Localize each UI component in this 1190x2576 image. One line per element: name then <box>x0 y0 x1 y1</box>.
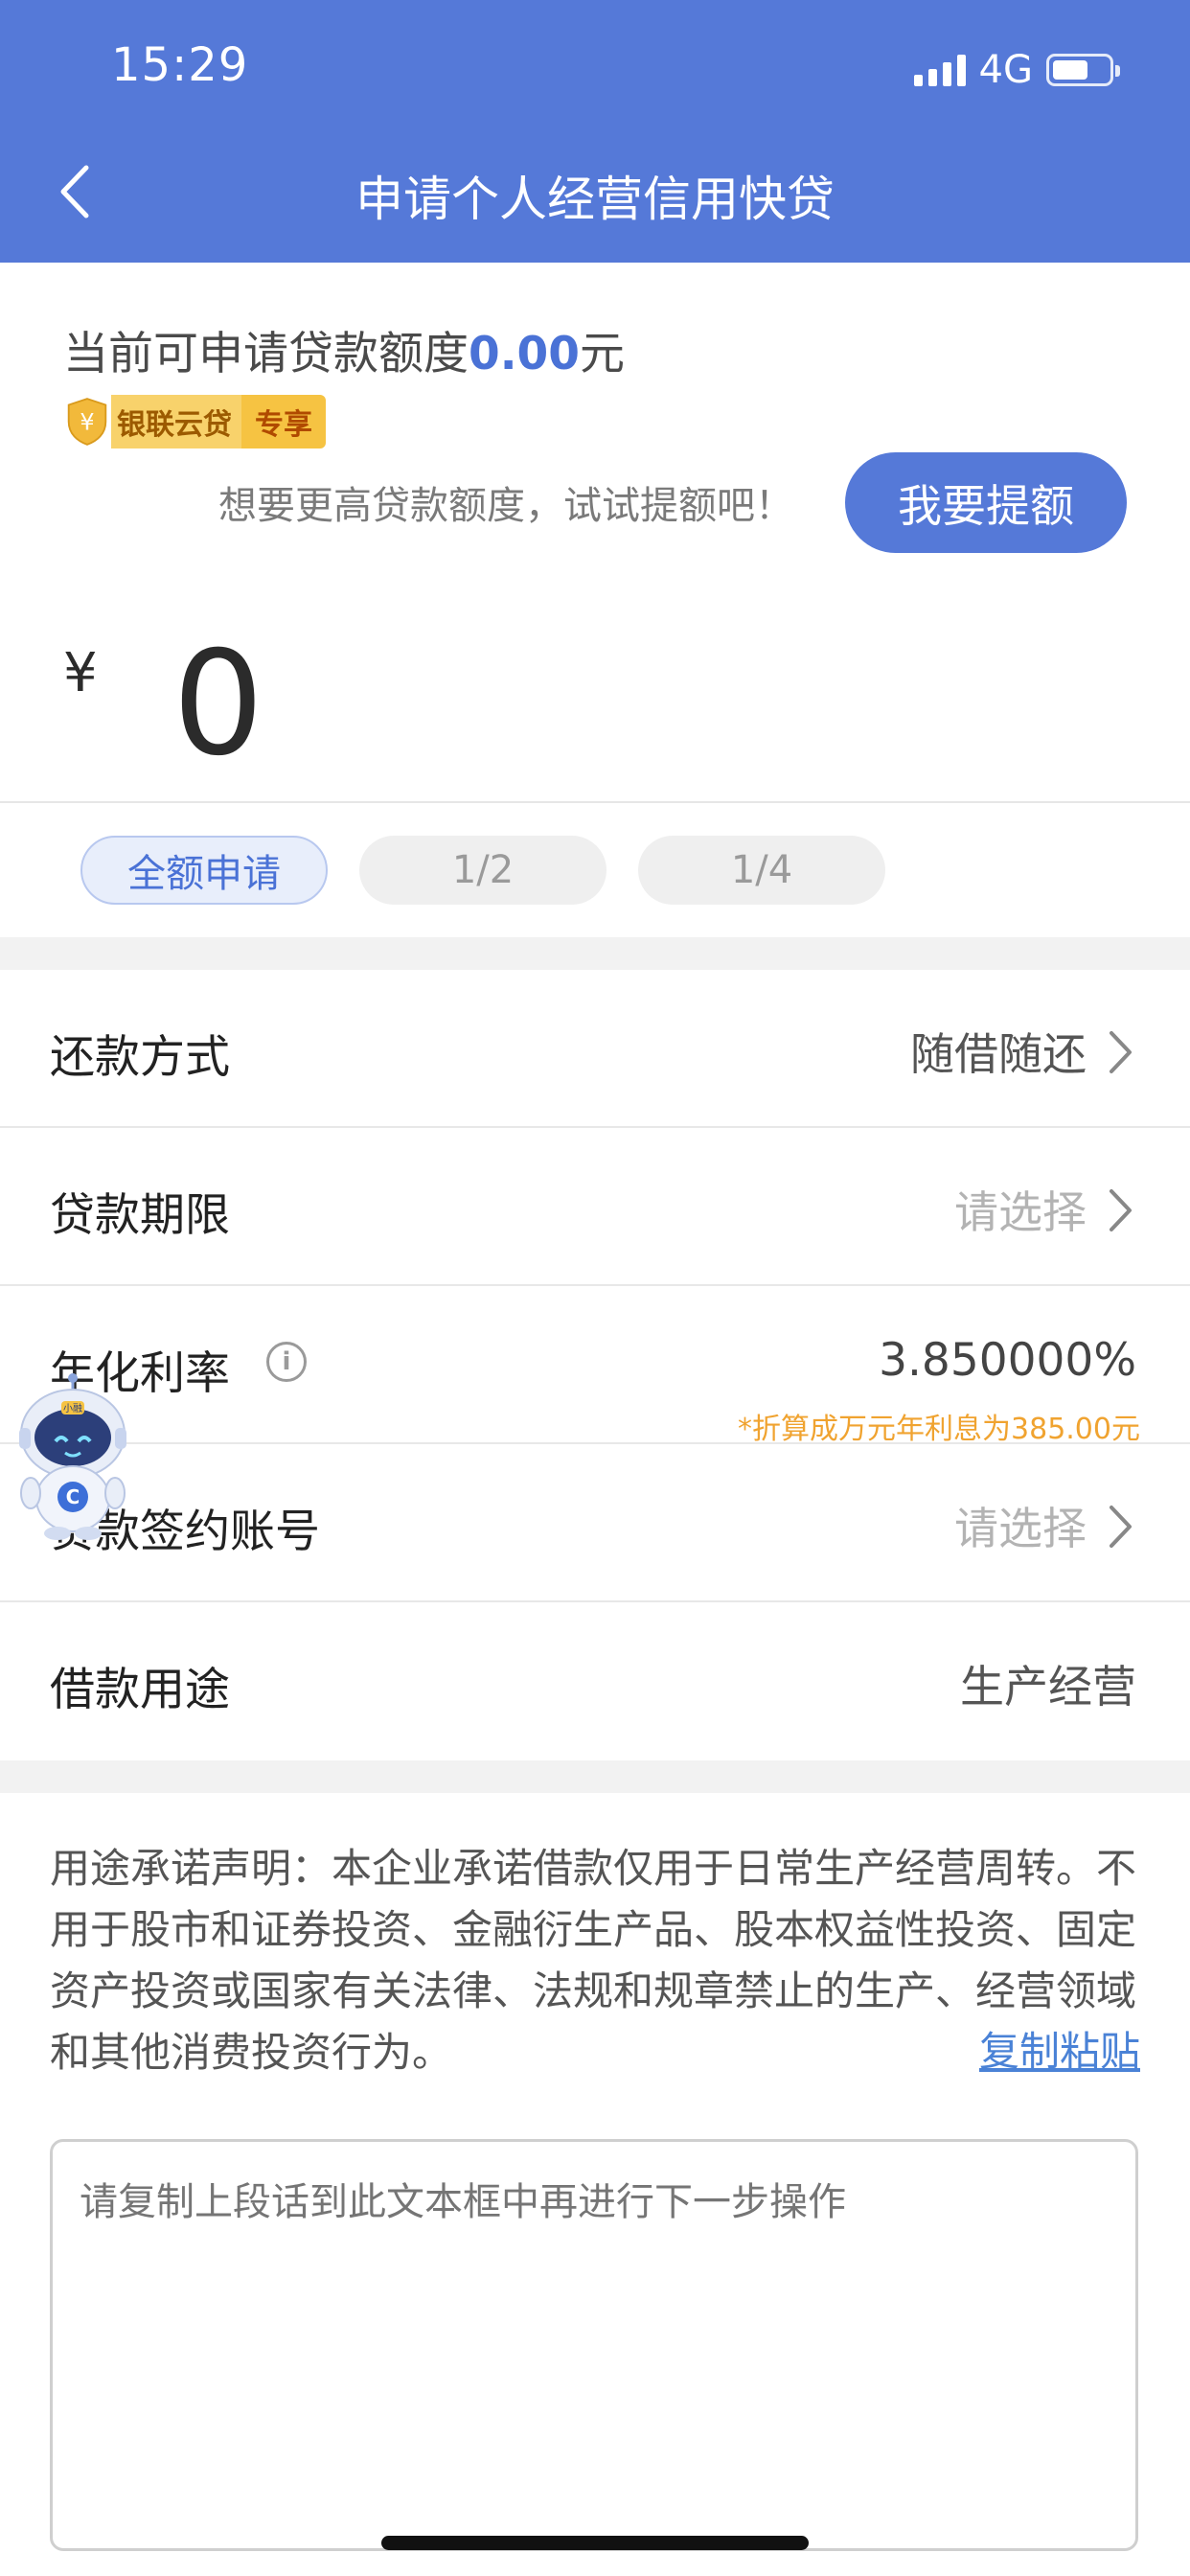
quota-unit: 元 <box>579 328 625 380</box>
info-icon[interactable]: i <box>266 1342 307 1382</box>
chevron-right-icon <box>1110 1189 1132 1231</box>
repayment-value: 随借随还 <box>910 1028 1087 1080</box>
loan-purpose-row: 借款用途 生产经营 <box>0 1602 1190 1760</box>
robot-mascot-icon[interactable]: 小融 C <box>13 1372 132 1541</box>
rate-value: 3.850000% <box>879 1334 1136 1387</box>
statement-input[interactable] <box>50 2139 1138 2551</box>
badge-label: 银联云贷 <box>111 395 241 448</box>
battery-icon <box>1046 54 1120 86</box>
term-value: 请选择 <box>954 1186 1087 1238</box>
option-quarter[interactable]: 1/4 <box>638 836 885 905</box>
network-type: 4G <box>978 48 1033 92</box>
shield-yen-icon: ¥ <box>63 395 111 448</box>
repayment-method-row[interactable]: 还款方式 随借随还 <box>0 970 1190 1128</box>
loan-amount-input[interactable]: 0 <box>172 632 263 776</box>
exclusive-badge: ¥ 银联云贷 专享 <box>63 395 326 448</box>
svg-text:¥: ¥ <box>80 408 94 435</box>
chevron-right-icon <box>1110 1506 1132 1548</box>
app-header: 15:29 4G 申请个人经营信用快贷 <box>0 0 1190 263</box>
section-gap <box>0 937 1190 970</box>
annual-rate-row: 年化利率 i 3.850000% *折算成万元年利息为385.00元 <box>0 1286 1190 1446</box>
page-title: 申请个人经营信用快贷 <box>355 172 835 227</box>
term-label: 贷款期限 <box>50 1189 230 1242</box>
quota-amount: 0.00 <box>469 328 580 380</box>
section-gap <box>0 1760 1190 1793</box>
divider <box>0 801 1190 803</box>
repayment-label: 还款方式 <box>50 1031 230 1084</box>
sign-account-row[interactable]: 贷款签约账号 请选择 <box>0 1444 1190 1602</box>
loan-term-row[interactable]: 贷款期限 请选择 <box>0 1128 1190 1286</box>
raise-limit-tip: 想要更高贷款额度，试试提额吧！ <box>218 484 793 528</box>
signal-icon <box>913 54 966 86</box>
home-indicator <box>381 2536 809 2550</box>
currency-symbol: ¥ <box>63 642 98 704</box>
interest-note: *折算成万元年利息为385.00元 <box>738 1413 1140 1446</box>
option-half[interactable]: 1/2 <box>359 836 606 905</box>
purpose-value: 生产经营 <box>960 1661 1136 1713</box>
mascot-label: 小融 <box>63 1403 82 1414</box>
purpose-label: 借款用途 <box>50 1664 230 1716</box>
option-full-amount[interactable]: 全额申请 <box>80 836 328 905</box>
raise-limit-button[interactable]: 我要提额 <box>845 452 1127 553</box>
quota-prefix: 当前可申请贷款额度 <box>63 328 469 380</box>
svg-text:C: C <box>66 1485 80 1508</box>
status-time: 15:29 <box>111 38 249 92</box>
account-value: 请选择 <box>954 1503 1087 1554</box>
chevron-right-icon <box>1110 1031 1132 1073</box>
copy-paste-link[interactable]: 复制粘贴 <box>979 2019 1140 2078</box>
status-indicators: 4G <box>913 48 1120 92</box>
badge-exclusive: 专享 <box>241 395 326 448</box>
quota-text: 当前可申请贷款额度0.00元 <box>63 316 625 382</box>
